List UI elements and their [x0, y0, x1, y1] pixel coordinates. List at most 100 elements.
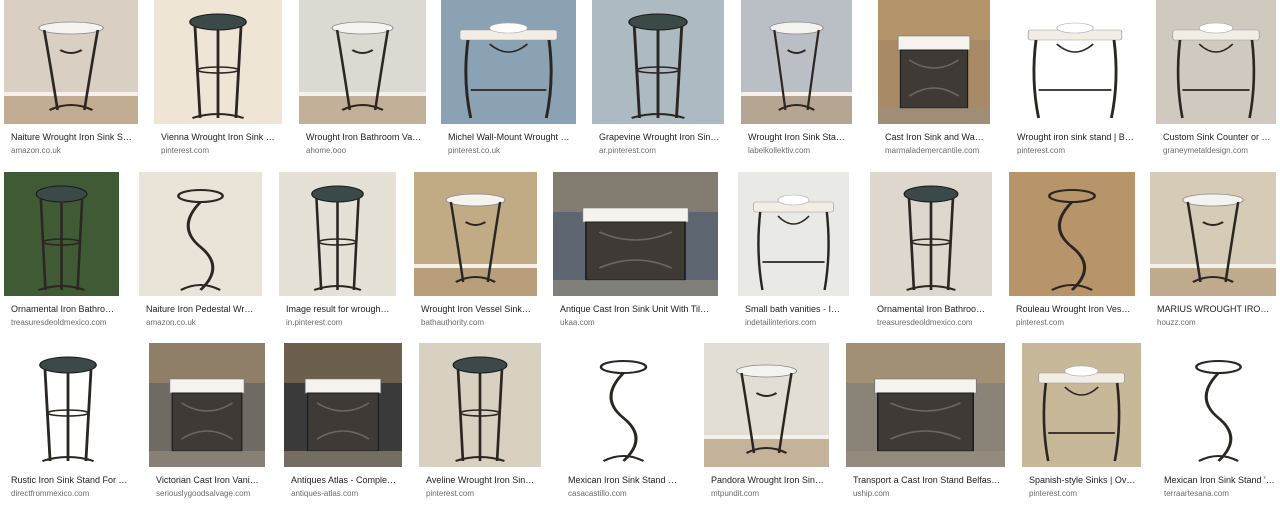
- result-source-domain[interactable]: indetailinteriors.com: [745, 317, 845, 328]
- result-thumbnail[interactable]: [846, 343, 1005, 467]
- result-source-domain[interactable]: treasuresdeoldmexico.com: [11, 317, 115, 328]
- result-thumbnail[interactable]: [741, 0, 852, 124]
- image-result-card[interactable]: Wrought iron sink stand | Bat... pinteres…: [1010, 0, 1140, 160]
- image-result-card[interactable]: Small bath vanities - In Det... indetaili…: [738, 172, 849, 332]
- result-thumbnail[interactable]: [592, 0, 724, 124]
- result-source-domain[interactable]: uship.com: [853, 488, 1001, 499]
- result-thumbnail[interactable]: [149, 343, 265, 467]
- result-thumbnail[interactable]: [1150, 172, 1276, 296]
- result-title[interactable]: Custom Sink Counter or St...: [1163, 131, 1272, 143]
- result-title[interactable]: Mexican Iron Sink Stand 'P...: [1164, 474, 1276, 486]
- result-thumbnail[interactable]: [4, 343, 132, 467]
- result-title[interactable]: Naiture Iron Pedestal Wrou...: [146, 303, 258, 315]
- result-thumbnail[interactable]: [419, 343, 541, 467]
- result-thumbnail[interactable]: [704, 343, 829, 467]
- image-result-card[interactable]: Mexican Iron Sink Stand 'P... terraartesa…: [1157, 343, 1280, 503]
- image-result-card[interactable]: Victorian Cast Iron Vanity /... seriously…: [149, 343, 265, 503]
- result-title[interactable]: Rouleau Wrought Iron Vesse...: [1016, 303, 1131, 315]
- result-source-domain[interactable]: amazon.co.uk: [146, 317, 258, 328]
- result-source-domain[interactable]: houzz.com: [1157, 317, 1272, 328]
- result-source-domain[interactable]: antiques-atlas.com: [291, 488, 398, 499]
- result-title[interactable]: Small bath vanities - In Det...: [745, 303, 845, 315]
- result-title[interactable]: Naiture Wrought Iron Sink Stan...: [11, 131, 134, 143]
- result-title[interactable]: Pandora Wrought Iron Sink ...: [711, 474, 825, 486]
- image-result-card[interactable]: Antique Cast Iron Sink Unit With Tiles a…: [553, 172, 718, 332]
- image-result-card[interactable]: Custom Sink Counter or St... graneymetald…: [1156, 0, 1276, 160]
- result-thumbnail[interactable]: [561, 343, 686, 467]
- result-thumbnail[interactable]: [1022, 343, 1141, 467]
- result-title[interactable]: Grapevine Wrought Iron Sink ...: [599, 131, 720, 143]
- image-result-card[interactable]: Ornamental Iron Bathroom ... treasuresdeo…: [870, 172, 992, 332]
- result-title[interactable]: Wrought iron sink stand | Bat...: [1017, 131, 1136, 143]
- result-source-domain[interactable]: pinterest.com: [1016, 317, 1131, 328]
- image-result-card[interactable]: Aveline Wrought Iron Sink St... pinterest…: [419, 343, 541, 503]
- result-source-domain[interactable]: ukaa.com: [560, 317, 714, 328]
- result-title[interactable]: Vienna Wrought Iron Sink Sta...: [161, 131, 278, 143]
- result-title[interactable]: Aveline Wrought Iron Sink St...: [426, 474, 537, 486]
- result-thumbnail[interactable]: [878, 0, 990, 124]
- image-result-card[interactable]: Image result for wrought ir... in.pintere…: [279, 172, 396, 332]
- image-result-card[interactable]: Mexican Iron Sink Stand Maria casacastill…: [561, 343, 686, 503]
- result-title[interactable]: Antique Cast Iron Sink Unit With Tiles a…: [560, 303, 714, 315]
- result-source-domain[interactable]: bathauthority.com: [421, 317, 533, 328]
- result-title[interactable]: Wrought Iron Vessel Sink St...: [421, 303, 533, 315]
- result-source-domain[interactable]: marmalademercantile.com: [885, 145, 986, 156]
- result-title[interactable]: Michel Wall-Mount Wrought Iro...: [448, 131, 572, 143]
- result-title[interactable]: Mexican Iron Sink Stand Maria: [568, 474, 682, 486]
- result-thumbnail[interactable]: [441, 0, 576, 124]
- result-title[interactable]: Transport a Cast Iron Stand Belfast S...: [853, 474, 1001, 486]
- result-thumbnail[interactable]: [553, 172, 718, 296]
- image-result-card[interactable]: Grapevine Wrought Iron Sink ... ar.pinter…: [592, 0, 724, 160]
- image-result-card[interactable]: Wrought Iron Vessel Sink St... bathauthor…: [414, 172, 537, 332]
- result-source-domain[interactable]: pinterest.com: [426, 488, 537, 499]
- result-thumbnail[interactable]: [154, 0, 282, 124]
- result-title[interactable]: Spanish-style Sinks | Oval/...: [1029, 474, 1137, 486]
- result-source-domain[interactable]: graneymetaldesign.com: [1163, 145, 1272, 156]
- result-thumbnail[interactable]: [279, 172, 396, 296]
- result-source-domain[interactable]: in.pinterest.com: [286, 317, 392, 328]
- image-result-card[interactable]: Naiture Iron Pedestal Wrou... amazon.co.u…: [139, 172, 262, 332]
- result-source-domain[interactable]: casacastillo.com: [568, 488, 682, 499]
- result-title[interactable]: MARIUS WROUGHT IRON ...: [1157, 303, 1272, 315]
- result-thumbnail[interactable]: [299, 0, 426, 124]
- result-thumbnail[interactable]: [1156, 0, 1276, 124]
- result-source-domain[interactable]: ar.pinterest.com: [599, 145, 720, 156]
- image-result-card[interactable]: Spanish-style Sinks | Oval/... pinterest.…: [1022, 343, 1141, 503]
- result-title[interactable]: Wrought Iron Bathroom Vanit...: [306, 131, 422, 143]
- image-result-card[interactable]: Michel Wall-Mount Wrought Iro... pinteres…: [441, 0, 576, 160]
- result-source-domain[interactable]: labelkollektiv.com: [748, 145, 848, 156]
- result-source-domain[interactable]: ahome.ooo: [306, 145, 422, 156]
- image-result-card[interactable]: Ornamental Iron Bathroom... treasuresdeol…: [4, 172, 119, 332]
- image-result-card[interactable]: Naiture Wrought Iron Sink Stan... amazon.…: [4, 0, 138, 160]
- image-result-card[interactable]: MARIUS WROUGHT IRON ... houzz.com: [1150, 172, 1276, 332]
- image-result-card[interactable]: Wrought Iron Bathroom Vanit... ahome.ooo: [299, 0, 426, 160]
- image-result-card[interactable]: Rustic Iron Sink Stand For Ta... directfr…: [4, 343, 132, 503]
- result-title[interactable]: Antiques Atlas - Complete ...: [291, 474, 398, 486]
- result-title[interactable]: Ornamental Iron Bathroom...: [11, 303, 115, 315]
- result-source-domain[interactable]: directfrommexico.com: [11, 488, 128, 499]
- result-thumbnail[interactable]: [870, 172, 992, 296]
- result-source-domain[interactable]: treasuresdeoldmexico.com: [877, 317, 988, 328]
- image-result-card[interactable]: Cast Iron Sink and Wash S... marmalademer…: [878, 0, 990, 160]
- result-source-domain[interactable]: mtpundit.com: [711, 488, 825, 499]
- result-source-domain[interactable]: terraartesana.com: [1164, 488, 1276, 499]
- result-source-domain[interactable]: pinterest.com: [1029, 488, 1137, 499]
- image-result-card[interactable]: Pandora Wrought Iron Sink ... mtpundit.co…: [704, 343, 829, 503]
- result-thumbnail[interactable]: [1157, 343, 1280, 467]
- result-thumbnail[interactable]: [139, 172, 262, 296]
- image-result-card[interactable]: Vienna Wrought Iron Sink Sta... pinterest…: [154, 0, 282, 160]
- image-result-card[interactable]: Wrought Iron Sink Stand - ... labelkollek…: [741, 0, 852, 160]
- result-source-domain[interactable]: seriouslygoodsalvage.com: [156, 488, 261, 499]
- result-thumbnail[interactable]: [738, 172, 849, 296]
- result-source-domain[interactable]: pinterest.com: [161, 145, 278, 156]
- result-source-domain[interactable]: amazon.co.uk: [11, 145, 134, 156]
- result-thumbnail[interactable]: [414, 172, 537, 296]
- image-result-card[interactable]: Transport a Cast Iron Stand Belfast S...…: [846, 343, 1005, 503]
- result-source-domain[interactable]: pinterest.co.uk: [448, 145, 572, 156]
- result-title[interactable]: Image result for wrought ir...: [286, 303, 392, 315]
- result-thumbnail[interactable]: [4, 0, 138, 124]
- image-result-card[interactable]: Antiques Atlas - Complete ... antiques-at…: [284, 343, 402, 503]
- result-thumbnail[interactable]: [284, 343, 402, 467]
- result-thumbnail[interactable]: [1009, 172, 1135, 296]
- result-title[interactable]: Victorian Cast Iron Vanity /...: [156, 474, 261, 486]
